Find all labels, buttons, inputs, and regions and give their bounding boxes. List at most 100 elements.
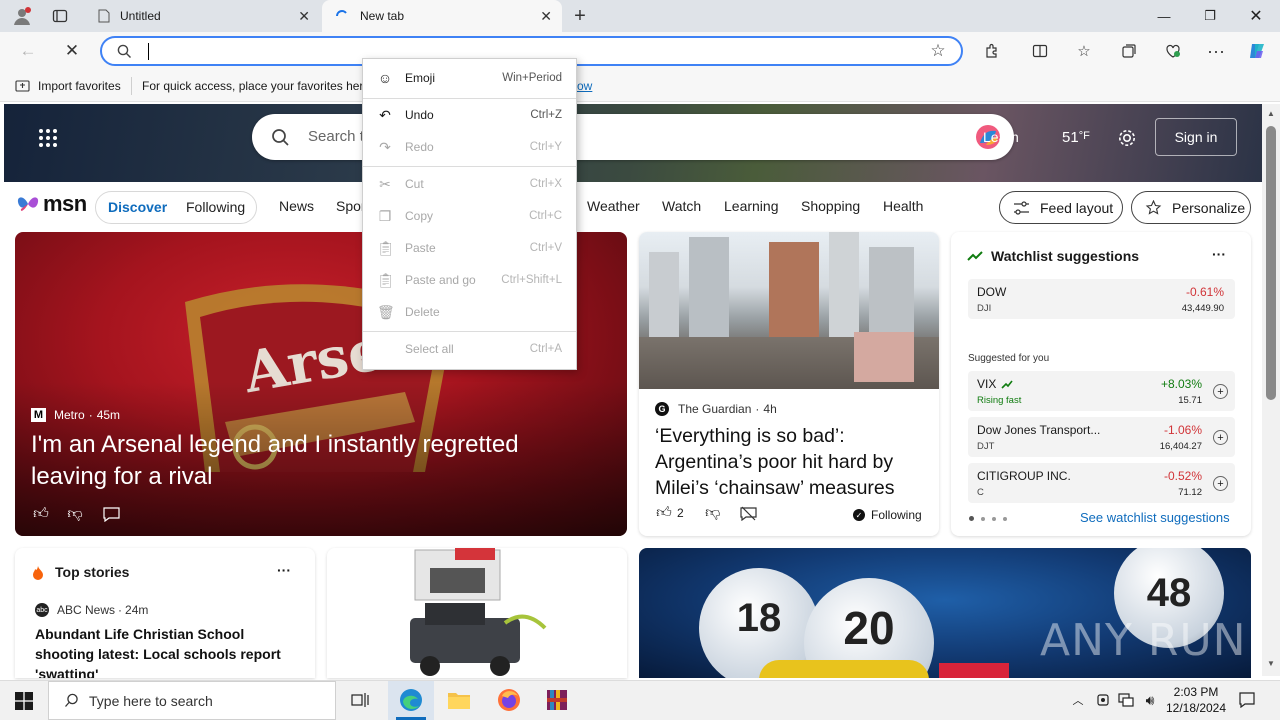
- import-favorites-button[interactable]: Import favorites: [14, 79, 121, 93]
- apps-grid-icon[interactable]: [36, 126, 60, 150]
- stock-row-dow[interactable]: DOW DJI -0.61% 43,449.90: [968, 279, 1235, 319]
- like-icon[interactable]: 👍︎: [31, 504, 51, 524]
- tab-discover[interactable]: Discover: [108, 199, 167, 215]
- following-badge[interactable]: ✓ Following: [853, 508, 922, 522]
- collections-icon[interactable]: [1115, 38, 1143, 64]
- scroll-down-icon[interactable]: ▼: [1265, 658, 1277, 668]
- msn-logo[interactable]: msn: [16, 191, 87, 217]
- menu-shortcut: Ctrl+V: [529, 242, 562, 254]
- task-view-icon[interactable]: [344, 684, 376, 716]
- settings-more-icon[interactable]: ···: [1202, 38, 1230, 64]
- menu-item-paste-and-go[interactable]: 📋︎ Paste and go Ctrl+Shift+L: [363, 265, 576, 295]
- nav-shopping[interactable]: Shopping: [801, 198, 860, 214]
- learn-label[interactable]: Learn: [983, 129, 1019, 145]
- restore-icon[interactable]: ❐: [1187, 0, 1233, 32]
- add-stock-icon[interactable]: +: [1213, 476, 1228, 491]
- extensions-icon[interactable]: [978, 38, 1006, 64]
- scroll-thumb[interactable]: [1266, 126, 1276, 400]
- back-icon[interactable]: ←: [16, 40, 40, 62]
- top-story-headline[interactable]: Abundant Life Christian School shooting …: [35, 624, 305, 678]
- dislike-icon[interactable]: 👎︎: [65, 504, 85, 524]
- menu-item-redo[interactable]: ↷ Redo Ctrl+Y: [363, 132, 576, 162]
- sign-in-button[interactable]: Sign in: [1155, 118, 1237, 156]
- menu-item-paste[interactable]: 📋︎ Paste Ctrl+V: [363, 233, 576, 263]
- product-ad-card[interactable]: [327, 548, 627, 678]
- watchlist-title: Watchlist suggestions: [991, 248, 1140, 264]
- menu-label: Select all: [405, 342, 454, 356]
- tab-new-tab[interactable]: New tab ✕: [322, 0, 562, 32]
- page-dot[interactable]: [992, 517, 996, 521]
- close-tab-icon[interactable]: ✕: [540, 8, 552, 25]
- menu-item-emoji[interactable]: ☺ Emoji Win+Period: [363, 63, 576, 93]
- comment-icon[interactable]: [101, 504, 121, 524]
- watchlist-more-icon[interactable]: ···: [1212, 246, 1226, 262]
- close-window-icon[interactable]: ✕: [1233, 0, 1279, 32]
- browser-essentials-icon[interactable]: [1159, 38, 1187, 64]
- notifications-icon[interactable]: [1236, 690, 1258, 710]
- close-tab-icon[interactable]: ✕: [298, 8, 310, 25]
- personalize-button[interactable]: Personalize: [1131, 191, 1251, 224]
- feed-layout-button[interactable]: Feed layout: [999, 191, 1123, 224]
- edge-app-icon[interactable]: [394, 684, 428, 716]
- start-button[interactable]: [0, 681, 48, 720]
- nav-news[interactable]: News: [279, 198, 314, 214]
- tab-untitled[interactable]: Untitled ✕: [84, 0, 320, 32]
- add-stock-icon[interactable]: +: [1213, 384, 1228, 399]
- menu-item-cut[interactable]: ✂ Cut Ctrl+X: [363, 169, 576, 199]
- taskbar-search[interactable]: Type here to search: [48, 681, 336, 720]
- page-dot[interactable]: [981, 517, 985, 521]
- hero-headline[interactable]: I'm an Arsenal legend and I instantly re…: [31, 429, 591, 493]
- menu-item-copy[interactable]: ❐ Copy Ctrl+C: [363, 201, 576, 231]
- favorites-hint: For quick access, place your favorites h…: [142, 79, 371, 93]
- stock-row-citi[interactable]: CITIGROUP INC. C -0.52% 71.12 +: [968, 463, 1235, 503]
- page-dot[interactable]: [1003, 517, 1007, 521]
- copilot-icon[interactable]: [1243, 38, 1271, 64]
- add-stock-icon[interactable]: +: [1213, 430, 1228, 445]
- source-name: ABC News: [57, 603, 116, 617]
- favorite-star-icon[interactable]: ☆: [928, 41, 948, 61]
- scroll-up-icon[interactable]: ▲: [1265, 108, 1277, 118]
- volume-icon[interactable]: 🔊︎: [1140, 690, 1160, 710]
- split-screen-icon[interactable]: [1026, 38, 1054, 64]
- stock-row-vix[interactable]: VIX Rising fast +8.03% 15.71 +: [968, 371, 1235, 411]
- menu-item-undo[interactable]: ↶ Undo Ctrl+Z: [363, 100, 576, 130]
- security-icon[interactable]: [1094, 690, 1112, 710]
- story-card-guardian[interactable]: G The Guardian · 4h ‘Everything is so ba…: [639, 232, 939, 536]
- favorites-icon[interactable]: ☆: [1070, 38, 1098, 64]
- dislike-icon[interactable]: 👎︎: [704, 504, 722, 522]
- weather-widget[interactable]: 51 °F: [1062, 129, 1090, 146]
- nav-learning[interactable]: Learning: [724, 198, 779, 214]
- profile-icon[interactable]: [10, 4, 34, 28]
- nav-watch[interactable]: Watch: [662, 198, 701, 214]
- menu-separator: [363, 166, 576, 167]
- network-icon[interactable]: [1116, 690, 1136, 710]
- tab-actions-icon[interactable]: [48, 4, 72, 28]
- menu-item-delete[interactable]: 🗑︎ Delete: [363, 297, 576, 327]
- stock-change: -0.61%: [1185, 285, 1224, 299]
- tab-following[interactable]: Following: [186, 199, 245, 215]
- stock-row-djt[interactable]: Dow Jones Transport... DJT -1.06% 16,404…: [968, 417, 1235, 457]
- hide-story-icon[interactable]: [740, 504, 758, 522]
- show-hidden-icons[interactable]: ︿: [1070, 690, 1086, 710]
- nav-health[interactable]: Health: [883, 198, 923, 214]
- msn-settings-icon[interactable]: [1115, 126, 1139, 150]
- tab-label: Untitled: [120, 9, 161, 23]
- stop-loading-icon[interactable]: ✕: [60, 40, 84, 62]
- file-explorer-icon[interactable]: [442, 684, 476, 716]
- manage-favorites-link[interactable]: ow: [577, 79, 592, 93]
- see-watchlist-link[interactable]: See watchlist suggestions: [1080, 510, 1230, 525]
- new-tab-button[interactable]: +: [568, 4, 592, 28]
- like-icon[interactable]: 👍︎: [655, 504, 673, 522]
- page-scrollbar[interactable]: ▲ ▼: [1262, 104, 1280, 676]
- abc-logo-icon: abc: [35, 603, 49, 617]
- winrar-icon[interactable]: [540, 684, 574, 716]
- menu-item-select-all[interactable]: Select all Ctrl+A: [363, 334, 576, 364]
- minimize-icon[interactable]: —: [1141, 0, 1187, 32]
- clock[interactable]: 2:03 PM 12/18/2024: [1162, 684, 1230, 716]
- story2-headline[interactable]: ‘Everything is so bad’: Argentina’s poor…: [655, 423, 930, 501]
- nav-weather[interactable]: Weather: [587, 198, 640, 214]
- firefox-icon[interactable]: [492, 684, 526, 716]
- top-stories-more-icon[interactable]: ···: [277, 562, 291, 578]
- guardian-logo-icon: G: [655, 402, 669, 416]
- page-dot[interactable]: [969, 516, 974, 521]
